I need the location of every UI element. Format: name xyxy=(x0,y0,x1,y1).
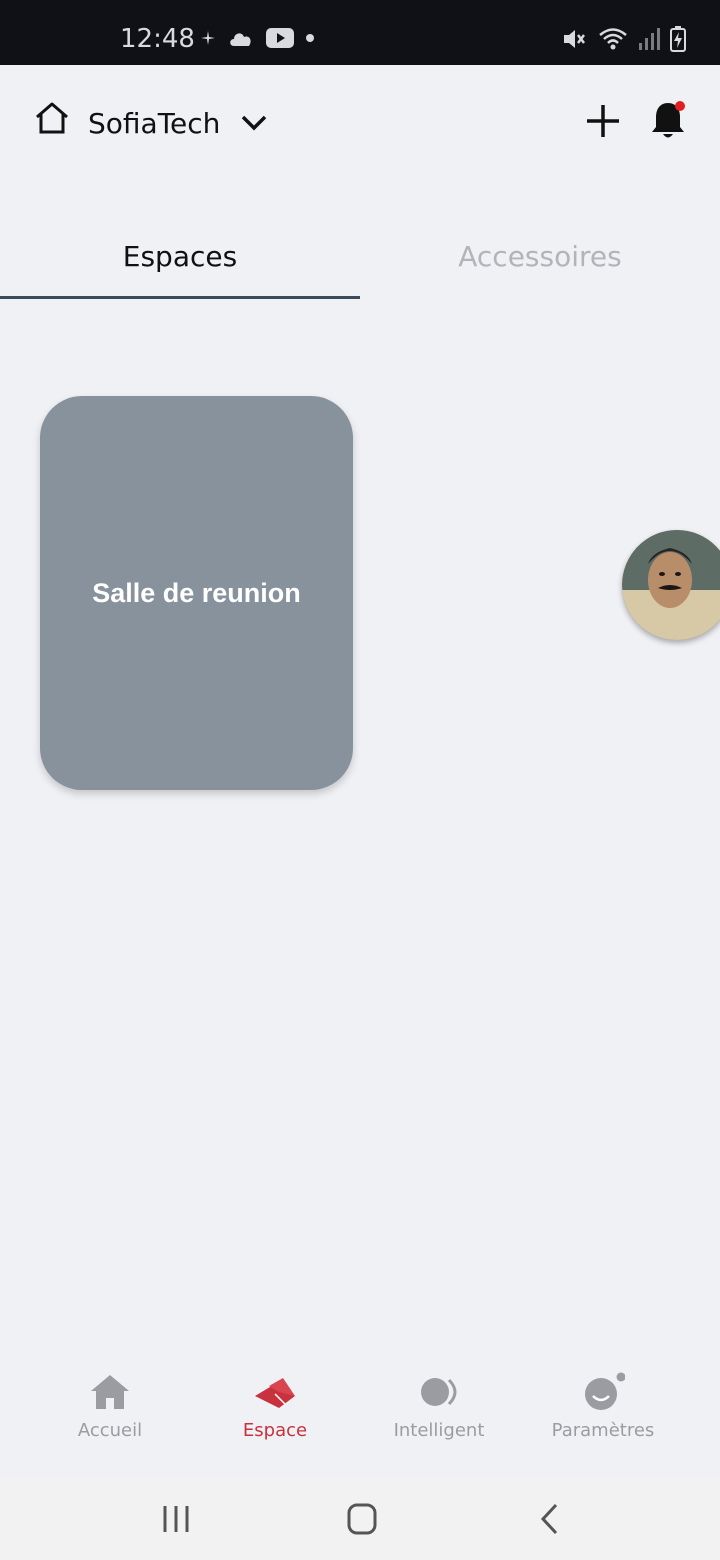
plus-icon[interactable] xyxy=(585,103,621,139)
nav-espace[interactable]: Espace xyxy=(193,1360,357,1460)
house-icon xyxy=(91,1375,129,1409)
dot-icon xyxy=(306,34,314,42)
nav-accueil[interactable]: Accueil xyxy=(28,1360,192,1460)
bottom-navigation: Accueil Espace Intelligent Paramètres xyxy=(0,1360,720,1478)
tab-bar: Espaces Accessoires xyxy=(0,230,720,300)
space-card-label: Salle de reunion xyxy=(92,577,301,608)
active-tab-indicator xyxy=(0,296,360,299)
organization-name[interactable]: SofiaTech xyxy=(88,107,220,140)
cloud-icon xyxy=(230,33,251,46)
home-icon[interactable] xyxy=(34,101,70,135)
app-header: SofiaTech xyxy=(0,65,720,185)
recent-apps-icon[interactable] xyxy=(156,1500,196,1538)
floating-avatar[interactable] xyxy=(622,530,720,640)
status-time: 12:48 xyxy=(120,24,195,54)
nav-label-parametres: Paramètres xyxy=(551,1420,655,1441)
nav-intelligent[interactable]: Intelligent xyxy=(357,1360,521,1460)
home-button-icon[interactable] xyxy=(342,1500,382,1538)
sparkle-icon xyxy=(201,31,215,45)
bell-icon[interactable] xyxy=(648,99,688,141)
wifi-icon xyxy=(599,28,627,50)
youtube-icon xyxy=(266,28,294,48)
battery-charging-icon xyxy=(670,26,686,52)
tab-accessoires[interactable]: Accessoires xyxy=(360,240,720,273)
settings-face-icon xyxy=(585,1372,625,1410)
system-navigation-bar xyxy=(0,1478,720,1560)
smart-icon xyxy=(421,1378,457,1406)
tab-espaces[interactable]: Espaces xyxy=(0,240,360,273)
chevron-down-icon[interactable] xyxy=(240,113,268,133)
nav-label-accueil: Accueil xyxy=(77,1420,143,1441)
notification-dot xyxy=(675,101,685,111)
nav-label-intelligent: Intelligent xyxy=(393,1420,485,1441)
back-icon[interactable] xyxy=(530,1500,570,1538)
nav-parametres[interactable]: Paramètres xyxy=(521,1360,685,1460)
status-bar: 12:48 xyxy=(0,0,720,65)
nav-label-espace: Espace xyxy=(242,1420,308,1441)
mute-icon xyxy=(564,30,585,48)
signal-icon xyxy=(639,28,660,50)
avatar-photo xyxy=(622,530,720,640)
space-icon xyxy=(255,1378,295,1408)
space-card-salle-de-reunion[interactable]: Salle de reunion xyxy=(40,396,353,790)
